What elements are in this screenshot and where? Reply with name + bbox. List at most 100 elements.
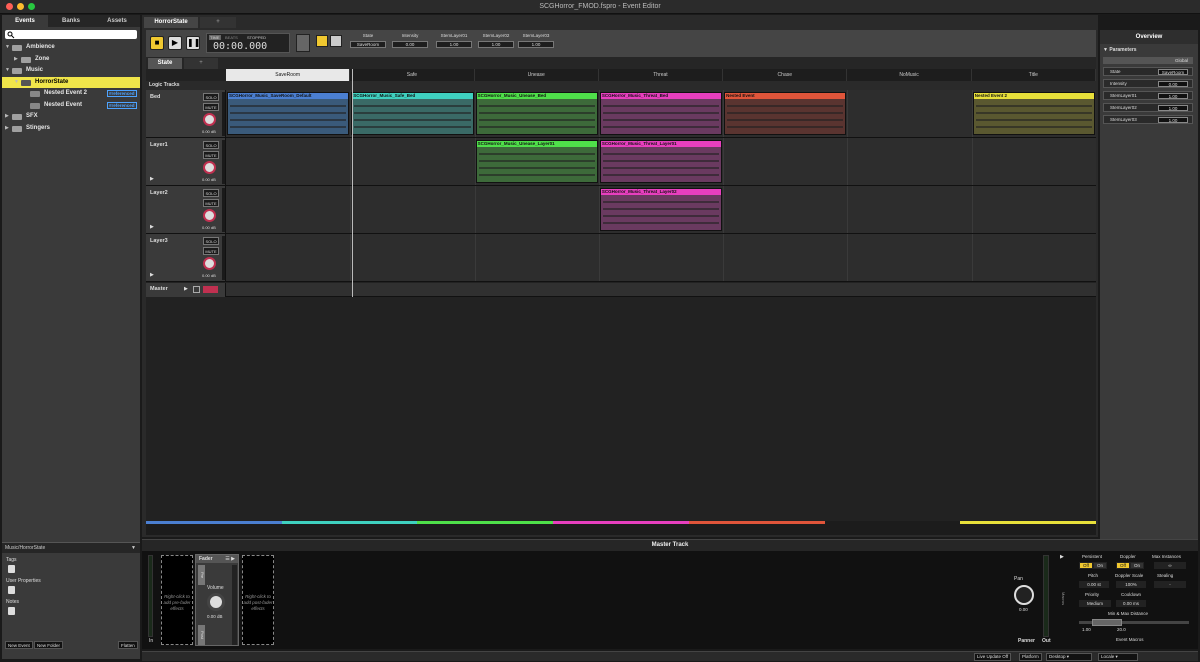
panel-menu-icon[interactable]: ▼ xyxy=(131,543,136,553)
solo-button[interactable]: SOLO xyxy=(203,141,219,149)
persistent-on-button[interactable]: On xyxy=(1093,562,1107,569)
stop-button[interactable]: ■ xyxy=(150,36,164,50)
close-window-button[interactable] xyxy=(6,3,13,10)
audio-region[interactable]: SCGHorror_Music_Unease_Bed xyxy=(475,92,598,135)
time-mode-button[interactable]: TIME xyxy=(209,35,221,40)
add-note-icon[interactable] xyxy=(8,607,15,615)
pre-fader-effects-slot[interactable]: Right-click to add pre-fader effects xyxy=(161,555,193,645)
tree-item-stingers[interactable]: ▶ Stingers xyxy=(2,123,140,135)
overview-param-stemlayer03[interactable]: StemLayer03 1.00 xyxy=(1103,115,1193,124)
audio-region[interactable]: SCGHorror_Music_Threat_Bed xyxy=(599,92,723,135)
track-header[interactable]: Layer1 SOLO MUTE 0.00 dB ▶ xyxy=(146,138,226,185)
grid-view-icon[interactable] xyxy=(330,35,342,47)
post-fader-effects-slot[interactable]: Right-click to add post-fader effects xyxy=(242,555,274,645)
pitch-value[interactable]: 0.00 st xyxy=(1079,581,1109,588)
track-header[interactable]: Layer3 SOLO MUTE 0.00 dB ▶ xyxy=(146,234,226,281)
locale-select[interactable]: Locale ▾ xyxy=(1098,653,1138,661)
ruler-state-safe[interactable]: Safe xyxy=(350,69,475,81)
stealing-select[interactable]: - xyxy=(1154,581,1186,588)
audio-region[interactable]: Nested Event xyxy=(724,92,847,135)
overview-param-value[interactable]: 1.00 xyxy=(1158,117,1188,123)
sheet-tab-add[interactable]: + xyxy=(184,58,218,69)
master-track-header[interactable]: Master ▶ xyxy=(146,283,226,297)
audio-region[interactable]: SCGHorror_Music_Threat_Layer02 xyxy=(599,188,723,231)
overview-param-stemlayer02[interactable]: StemLayer02 1.00 xyxy=(1103,103,1193,112)
play-button[interactable]: ▶ xyxy=(168,36,182,50)
loop-controls[interactable] xyxy=(296,34,310,52)
overview-param-value[interactable]: 1.00 xyxy=(1158,105,1188,111)
solo-button[interactable]: SOLO xyxy=(203,93,219,101)
tree-item-sfx[interactable]: ▶ SFX xyxy=(2,111,140,123)
track-header[interactable]: Layer2 SOLO MUTE 0.00 dB ▶ xyxy=(146,186,226,233)
add-tag-icon[interactable] xyxy=(8,565,15,573)
parameter-value[interactable]: 1.00 xyxy=(436,41,472,48)
live-update-button[interactable]: Live Update Off xyxy=(974,653,1012,661)
track-expand-icon[interactable]: ▶ xyxy=(150,224,154,230)
persistent-off-button[interactable]: Off xyxy=(1079,562,1093,569)
overview-param-value[interactable]: 1.00 xyxy=(1158,93,1188,99)
parameter-value[interactable]: 1.00 xyxy=(478,41,514,48)
tab-assets[interactable]: Assets xyxy=(94,15,140,27)
audio-region[interactable]: Nested Event 2 xyxy=(972,92,1095,135)
flatten-button[interactable]: Flatten xyxy=(118,641,138,649)
ruler-state-threat[interactable]: Threat xyxy=(599,69,724,81)
ruler-state-unease[interactable]: Unease xyxy=(475,69,599,81)
master-mini-knob[interactable] xyxy=(193,286,200,293)
playhead[interactable] xyxy=(352,69,353,297)
parameter-value[interactable]: 1.00 xyxy=(518,41,554,48)
editor-tab-horrorstate[interactable]: HorrorState xyxy=(144,17,198,28)
ruler-state-saveroom[interactable]: SaveRoom xyxy=(226,69,351,81)
timeline-view-icon[interactable] xyxy=(316,35,328,47)
platform-select[interactable]: Desktop ▾ xyxy=(1046,653,1092,661)
parameters-section[interactable]: ▼ Parameters xyxy=(1103,47,1137,53)
doppler-on-button[interactable]: On xyxy=(1130,562,1144,569)
tree-item-music[interactable]: ▼ Music xyxy=(2,65,140,77)
volume-knob[interactable] xyxy=(203,257,216,270)
ruler-state-chase[interactable]: Chase xyxy=(723,69,848,81)
audio-region[interactable]: SCGHorror_Music_Safe_Bed xyxy=(351,92,474,135)
fader-module[interactable]: Fader ☰ ▶ Pre Post Volume 0.00 dB xyxy=(195,554,239,646)
tree-item-nested-event[interactable]: Nested Event #referenced xyxy=(2,100,140,112)
mute-button[interactable]: MUTE xyxy=(203,199,219,207)
audio-region[interactable]: SCGHorror_Music_SaveRoom_Default xyxy=(227,92,350,135)
tree-expand-icon[interactable]: ▼ xyxy=(14,77,19,89)
solo-button[interactable]: SOLO xyxy=(203,237,219,245)
fader-menu-icon[interactable]: ☰ ▶ xyxy=(225,555,235,563)
tab-events[interactable]: Events xyxy=(2,15,48,27)
ruler-state-nomusic[interactable]: NoMusic xyxy=(847,69,972,81)
volume-knob[interactable] xyxy=(203,113,216,126)
priority-select[interactable]: Medium xyxy=(1079,600,1111,607)
minimize-window-button[interactable] xyxy=(17,3,24,10)
solo-button[interactable]: SOLO xyxy=(203,189,219,197)
volume-knob[interactable] xyxy=(207,593,225,611)
ruler-state-title[interactable]: Title xyxy=(972,69,1096,81)
audio-region[interactable]: SCGHorror_Music_Threat_Layer01 xyxy=(599,140,723,183)
doppler-scale-value[interactable]: 100% xyxy=(1116,581,1146,588)
editor-tab-add[interactable]: + xyxy=(200,17,236,28)
tree-item-nested-event-2[interactable]: Nested Event 2 #referenced xyxy=(2,88,140,100)
doppler-off-button[interactable]: Off xyxy=(1116,562,1130,569)
sheet-tab-state[interactable]: State xyxy=(148,58,182,69)
parameter-ruler[interactable]: SaveRoom Safe Unease Threat Chase NoMusic Titl… xyxy=(226,69,1096,81)
tree-expand-icon[interactable]: ▶ xyxy=(5,111,9,123)
mute-button[interactable]: MUTE xyxy=(203,103,219,111)
tree-item-zone[interactable]: ▶ Zone xyxy=(2,54,140,66)
volume-knob[interactable] xyxy=(203,209,216,222)
panner-control[interactable] xyxy=(1014,585,1034,605)
overview-param-state[interactable]: State SaveRoom xyxy=(1103,67,1193,76)
track-expand-icon[interactable]: ▶ xyxy=(150,176,154,182)
overview-param-stemlayer01[interactable]: StemLayer01 1.00 xyxy=(1103,91,1193,100)
new-event-button[interactable]: New Event xyxy=(5,641,33,649)
track-header[interactable]: Bed SOLO MUTE 0.00 dB xyxy=(146,90,226,137)
tree-expand-icon[interactable]: ▶ xyxy=(14,54,18,66)
max-instances-value[interactable]: ∞ xyxy=(1154,562,1186,569)
tab-banks[interactable]: Banks xyxy=(48,15,94,27)
cooldown-value[interactable]: 0.00 ms xyxy=(1116,600,1146,607)
beats-mode-button[interactable]: BEATS xyxy=(225,35,238,40)
browser-search-input[interactable] xyxy=(5,30,137,39)
parameter-value[interactable]: 0.00 xyxy=(392,41,428,48)
overview-param-intensity[interactable]: Intensity 0.00 xyxy=(1103,79,1193,88)
mute-button[interactable]: MUTE xyxy=(203,247,219,255)
tree-expand-icon[interactable]: ▼ xyxy=(5,42,10,54)
add-user-property-icon[interactable] xyxy=(8,586,15,594)
